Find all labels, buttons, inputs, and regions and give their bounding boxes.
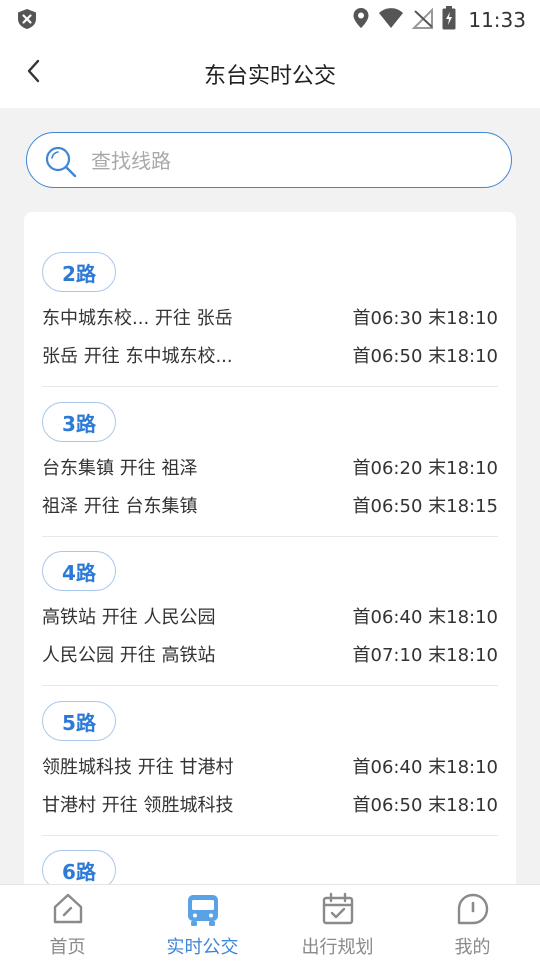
route-times: 首06:50 末18:15	[352, 496, 498, 517]
route-direction-row[interactable]: 东中城东校... 开往 张岳 首06:30 末18:10	[42, 304, 498, 332]
home-icon	[50, 891, 86, 931]
search-input[interactable]	[89, 143, 493, 179]
page-title: 东台实时公交	[203, 64, 336, 89]
route-direction: 张岳 开往 东中城东校...	[42, 346, 233, 367]
calendar-check-icon	[320, 891, 356, 931]
bus-icon	[184, 891, 222, 933]
route-direction: 高铁站 开往 人民公园	[42, 607, 216, 628]
route-list: 2路 东中城东校... 开往 张岳 首06:30 末18:10 张岳 开往 东中…	[24, 212, 516, 912]
route-item[interactable]: 5路 领胜城科技 开往 甘港村 首06:40 末18:10 甘港村 开往 领胜城…	[42, 701, 498, 851]
route-badge[interactable]: 5路	[42, 701, 116, 741]
app-header: 东台实时公交	[0, 36, 540, 108]
route-badge[interactable]: 2路	[42, 252, 116, 292]
tab-label: 实时公交	[166, 937, 239, 958]
route-direction-row[interactable]: 甘港村 开往 领胜城科技 首06:50 末18:10	[42, 791, 498, 819]
bottom-tab-bar: 首页 实时公交 出行规划 我的	[0, 884, 540, 961]
route-times: 首06:50 末18:10	[352, 346, 498, 367]
route-times: 首06:20 末18:10	[352, 458, 498, 479]
tab-label: 首页	[49, 937, 86, 958]
shield-icon	[16, 8, 38, 34]
route-item[interactable]: 2路 东中城东校... 开往 张岳 首06:30 末18:10 张岳 开往 东中…	[42, 252, 498, 402]
route-item[interactable]: 3路 台东集镇 开往 祖泽 首06:20 末18:10 祖泽 开往 台东集镇 首…	[42, 402, 498, 552]
route-times: 首06:50 末18:10	[352, 795, 498, 816]
location-icon	[352, 7, 370, 33]
route-direction: 祖泽 开往 台东集镇	[42, 496, 198, 517]
route-direction-row[interactable]: 台东集镇 开往 祖泽 首06:20 末18:10	[42, 454, 498, 482]
status-time: 11:33	[468, 8, 526, 32]
route-direction-row[interactable]: 高铁站 开往 人民公园 首06:40 末18:10	[42, 603, 498, 631]
route-item[interactable]: 4路 高铁站 开往 人民公园 首06:40 末18:10 人民公园 开往 高铁站…	[42, 551, 498, 701]
divider	[42, 536, 498, 537]
divider	[42, 685, 498, 686]
route-times: 首06:30 末18:10	[352, 308, 498, 329]
route-direction-row[interactable]: 祖泽 开往 台东集镇 首06:50 末18:15	[42, 492, 498, 520]
route-direction-row[interactable]: 领胜城科技 开往 甘港村 首06:40 末18:10	[42, 753, 498, 781]
route-times: 首06:40 末18:10	[352, 607, 498, 628]
route-direction-row[interactable]: 人民公园 开往 高铁站 首07:10 末18:10	[42, 641, 498, 669]
divider	[42, 386, 498, 387]
route-times: 首06:40 末18:10	[352, 757, 498, 778]
tab-home[interactable]: 首页	[0, 885, 135, 961]
route-direction: 领胜城科技 开往 甘港村	[42, 757, 234, 778]
search-box[interactable]	[26, 132, 512, 188]
status-bar: 11:33	[0, 0, 540, 36]
tab-mine[interactable]: 我的	[405, 885, 540, 961]
battery-charging-icon	[442, 6, 456, 34]
route-direction: 台东集镇 开往 祖泽	[42, 458, 198, 479]
route-badge[interactable]: 3路	[42, 402, 116, 442]
route-direction: 甘港村 开往 领胜城科技	[42, 795, 234, 816]
divider	[42, 835, 498, 836]
route-times: 首07:10 末18:10	[352, 645, 498, 666]
route-badge[interactable]: 4路	[42, 551, 116, 591]
no-signal-icon	[411, 7, 434, 33]
search-icon[interactable]	[43, 144, 79, 184]
route-direction: 人民公园 开往 高铁站	[42, 645, 216, 666]
tab-trip-planning[interactable]: 出行规划	[270, 885, 405, 961]
tab-label: 我的	[454, 937, 491, 958]
wifi-icon	[378, 7, 404, 33]
tab-label: 出行规划	[301, 937, 374, 958]
route-direction-row[interactable]: 张岳 开往 东中城东校... 首06:50 末18:10	[42, 342, 498, 370]
route-direction: 东中城东校... 开往 张岳	[42, 308, 233, 329]
profile-icon	[455, 891, 491, 931]
tab-realtime-bus[interactable]: 实时公交	[135, 885, 270, 961]
